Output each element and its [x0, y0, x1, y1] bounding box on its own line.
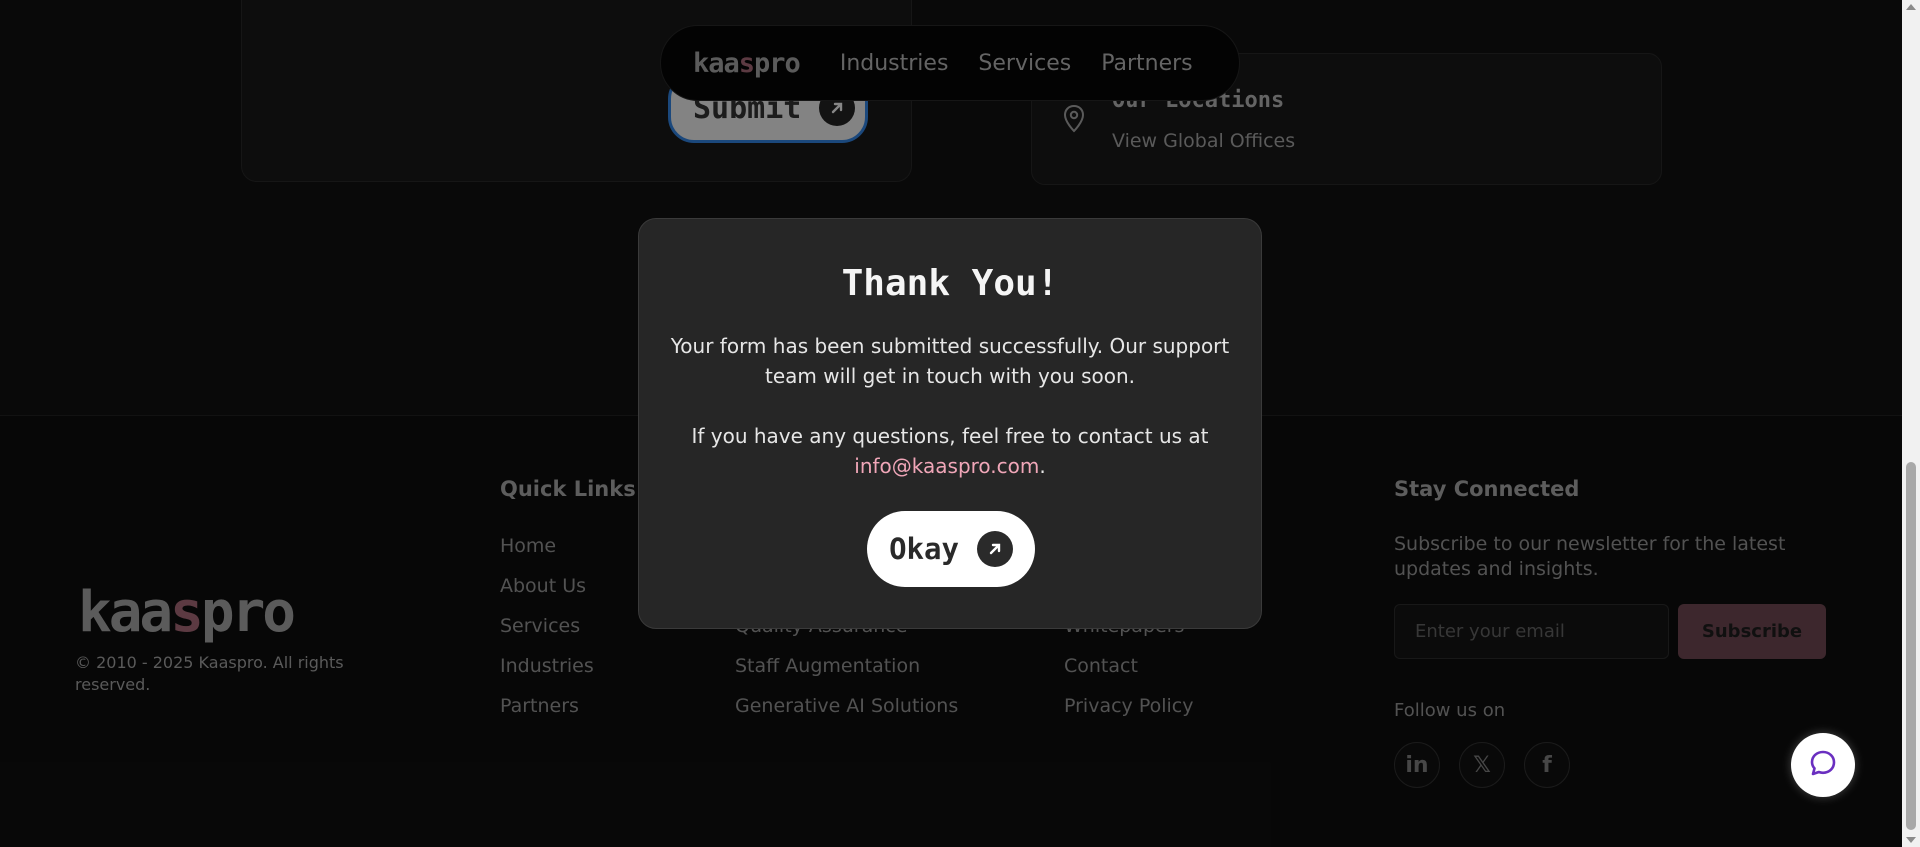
page-scrollbar[interactable]: [1902, 0, 1920, 847]
chat-bubble-icon: [1808, 748, 1838, 782]
thank-you-modal: Thank You! Your form has been submitted …: [638, 218, 1262, 629]
scrollbar-thumb[interactable]: [1906, 462, 1916, 830]
scroll-up-arrow-icon[interactable]: [1906, 4, 1916, 10]
arrow-up-right-icon: [976, 531, 1013, 567]
modal-contact-text: If you have any questions, feel free to …: [669, 421, 1231, 481]
okay-label: Okay: [889, 532, 959, 566]
okay-button[interactable]: Okay: [867, 511, 1035, 587]
chat-button[interactable]: [1791, 733, 1855, 797]
contact-prefix: If you have any questions, feel free to …: [691, 424, 1209, 448]
modal-title: Thank You!: [841, 263, 1059, 304]
scroll-down-arrow-icon[interactable]: [1906, 837, 1916, 843]
contact-email-link[interactable]: info@kaaspro.com: [854, 454, 1039, 478]
page: Submit Our Locations View Global Offices…: [0, 0, 1902, 847]
contact-suffix: .: [1039, 454, 1046, 478]
modal-message: Your form has been submitted successfull…: [670, 334, 1230, 388]
